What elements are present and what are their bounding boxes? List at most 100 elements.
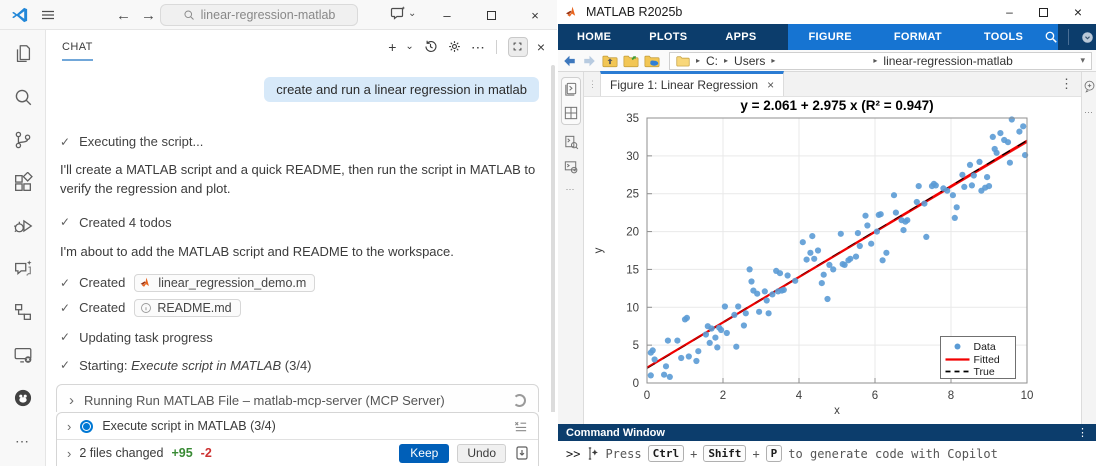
maximize-button[interactable] <box>469 0 513 30</box>
tab-plots[interactable]: PLOTS <box>630 24 706 50</box>
user-account-icon[interactable] <box>1081 31 1094 44</box>
matlab-toolstrip: HOME PLOTS APPS FIGURE FORMAT TOOLS <box>558 24 1096 50</box>
file-chip-label: README.md <box>157 300 232 315</box>
back-button[interactable]: ← <box>116 7 131 24</box>
svg-text:5: 5 <box>633 340 639 352</box>
explorer-icon[interactable] <box>11 42 35 66</box>
view-changes-icon[interactable] <box>514 445 530 461</box>
panel-layout-icon[interactable] <box>563 105 579 121</box>
matlab-copilot-icon[interactable] <box>1083 80 1096 93</box>
tab-figure[interactable]: FIGURE <box>788 24 873 50</box>
plus-sep: + <box>752 446 760 461</box>
tab-home[interactable]: HOME <box>558 24 630 50</box>
remote-explorer-icon[interactable] <box>11 343 35 367</box>
source-control-icon[interactable] <box>11 128 35 152</box>
tab-format[interactable]: FORMAT <box>873 24 963 50</box>
breadcrumb-item-drive[interactable]: C: <box>706 54 718 68</box>
history-icon[interactable] <box>423 39 438 54</box>
toolstrip-search-button[interactable] <box>1044 24 1059 50</box>
file-chip-readme[interactable]: README.md <box>134 298 241 317</box>
browse-folder-icon[interactable] <box>623 54 639 68</box>
key-p: P <box>765 445 783 462</box>
figure-menu-icon[interactable]: ⋮ <box>1060 76 1073 92</box>
vscode-titlebar: ← → linear-regression-matlab ⌄ – × <box>0 0 557 30</box>
undo-button[interactable]: Undo <box>457 443 506 463</box>
search-icon[interactable] <box>11 85 35 109</box>
gear-icon[interactable] <box>447 39 462 54</box>
key-ctrl: Ctrl <box>647 445 685 462</box>
forward-button[interactable] <box>582 54 597 68</box>
todo-list-row[interactable]: › Execute script in MATLAB (3/4) <box>57 413 538 439</box>
matlab-logo-icon <box>566 6 576 17</box>
cloud-folder-icon[interactable] <box>644 54 660 68</box>
step-starting: ✓ Starting: Execute script in MATLAB (3/… <box>56 358 539 373</box>
references-icon[interactable] <box>11 300 35 324</box>
chat-scrollbar[interactable] <box>551 65 555 412</box>
step-label: Starting: Execute script in MATLAB (3/4) <box>79 357 312 373</box>
menu-icon[interactable] <box>40 7 56 23</box>
check-icon: ✓ <box>60 330 71 345</box>
more-tools-icon[interactable]: ⋯ <box>1084 107 1094 118</box>
back-button[interactable] <box>562 54 577 68</box>
command-window-menu-icon[interactable]: ⋮ <box>1077 426 1088 439</box>
command-window-header[interactable]: Command Window ⋮ <box>558 424 1096 441</box>
copilot-chat-icon[interactable] <box>11 257 35 281</box>
close-button[interactable]: × <box>513 0 557 30</box>
file-chip-matlab-script[interactable]: linear_regression_demo.m <box>134 273 316 292</box>
svg-text:4: 4 <box>796 390 803 402</box>
tab-chat[interactable]: CHAT <box>62 33 93 61</box>
command-center-search[interactable]: linear-regression-matlab <box>160 4 358 26</box>
matlab-file-icon <box>140 277 150 287</box>
svg-text:10: 10 <box>626 302 639 314</box>
breadcrumb-dropdown-icon[interactable]: ▾ <box>1080 55 1085 66</box>
command-history-panel-icon[interactable] <box>563 159 579 175</box>
command-window-input[interactable]: >> Press Ctrl + Shift + P to generate co… <box>558 441 1096 466</box>
minimize-button[interactable]: – <box>1006 5 1013 19</box>
run-debug-icon[interactable] <box>11 214 35 238</box>
check-icon: ✓ <box>60 134 71 149</box>
new-chat-button[interactable]: + <box>388 40 396 54</box>
breadcrumb-item-users[interactable]: Users <box>734 54 765 68</box>
forward-button[interactable]: → <box>141 7 156 24</box>
minimize-button[interactable]: – <box>425 0 469 30</box>
github-icon[interactable] <box>11 386 35 410</box>
close-panel-button[interactable]: × <box>537 40 545 54</box>
chat-footer: › Execute script in MATLAB (3/4) › 2 fil… <box>56 412 539 466</box>
copilot-chat-icon <box>390 6 406 20</box>
tab-tools[interactable]: TOOLS <box>963 24 1044 50</box>
new-chat-dropdown-icon[interactable]: ⌄ <box>405 41 413 52</box>
drag-grip-icon[interactable]: ⋮ <box>588 79 597 90</box>
keep-button[interactable]: Keep <box>399 443 450 463</box>
breadcrumb[interactable]: ▸ C: ▸ Users ▸ ▸ linear-regression-matla… <box>669 51 1092 70</box>
expand-chat-button[interactable] <box>507 36 528 57</box>
assistant-paragraph: I'll create a MATLAB script and a quick … <box>60 162 536 196</box>
extensions-icon[interactable] <box>11 171 35 195</box>
files-changed-row[interactable]: › 2 files changed +95 -2 Keep Undo <box>57 439 538 466</box>
screen: ← → linear-regression-matlab ⌄ – × ⋯ CHA… <box>0 0 1096 466</box>
step-label: Created <box>79 300 126 316</box>
breadcrumb-item-project[interactable]: linear-regression-matlab <box>883 54 1012 68</box>
svg-text:y = 2.061 + 2.975 x (R² = 0.: y = 2.061 + 2.975 x (R² = 0.947) <box>740 98 933 113</box>
chevron-right-icon: › <box>69 391 74 409</box>
svg-text:30: 30 <box>626 151 639 163</box>
editor-panel-icon[interactable] <box>563 81 579 97</box>
active-todo-icon <box>80 419 94 433</box>
svg-text:25: 25 <box>626 189 639 201</box>
mcp-tool-call-box[interactable]: › Running Run MATLAB File – matlab-mcp-s… <box>56 383 539 412</box>
more-actions-icon[interactable]: ⋯ <box>471 40 485 54</box>
code-search-panel-icon[interactable] <box>563 134 579 150</box>
svg-text:8: 8 <box>948 390 954 402</box>
more-actions-icon[interactable]: ⋯ <box>11 429 35 453</box>
tab-figure-1[interactable]: Figure 1: Linear Regression × <box>600 71 785 96</box>
up-folder-icon[interactable] <box>602 54 618 68</box>
chat-message-list: create and run a linear regression in ma… <box>46 63 557 412</box>
maximize-button[interactable] <box>1038 7 1048 17</box>
tab-apps[interactable]: APPS <box>706 24 775 50</box>
copilot-titlebar-button[interactable]: ⌄ <box>390 5 416 21</box>
more-panels-icon[interactable]: ⋯ <box>566 184 576 195</box>
todo-list-icon[interactable] <box>513 419 528 434</box>
close-button[interactable]: × <box>1074 4 1082 20</box>
close-figure-icon[interactable]: × <box>767 78 774 92</box>
deletions-count: -2 <box>200 446 212 460</box>
breadcrumb-sep-icon: ▸ <box>771 56 776 65</box>
